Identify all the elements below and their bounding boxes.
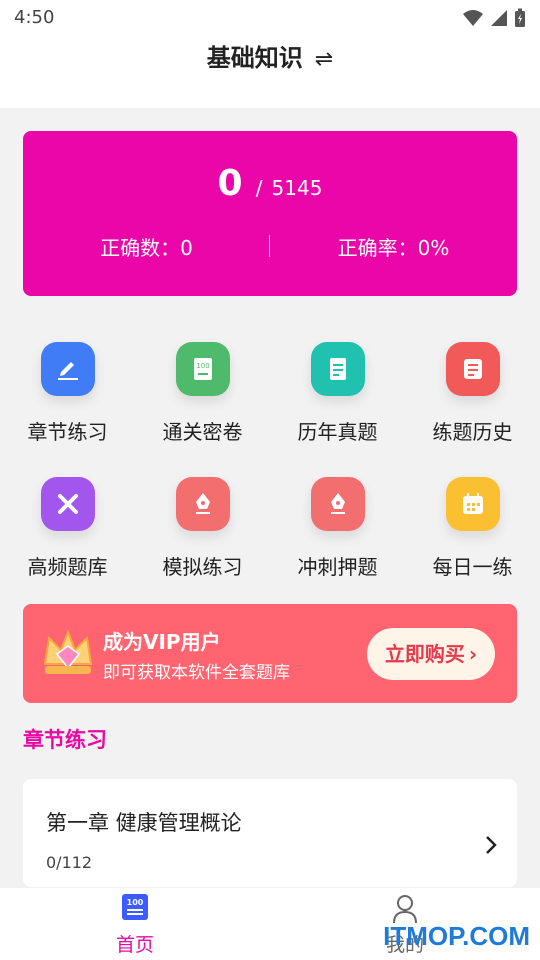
vip-title: 成为VIP用户 <box>103 630 221 654</box>
grid-item-mock-practice[interactable]: 模拟练习 <box>135 465 270 580</box>
tab-home[interactable]: 100 首页 <box>0 888 270 960</box>
svg-text:100: 100 <box>127 898 144 907</box>
chapter-progress: 0/112 <box>46 853 93 872</box>
status-bar: 4:50 <box>0 0 540 36</box>
grid-item-history[interactable]: 练题历史 <box>405 330 540 445</box>
header: 基础知识 ⇌ <box>0 36 540 108</box>
grid-item-label: 每日一练 <box>432 555 513 579</box>
grid-item-past-exams[interactable]: 历年真题 <box>270 330 405 445</box>
chevron-right-icon: › <box>468 642 478 666</box>
total-questions: 5145 <box>271 176 323 200</box>
score-separator: / <box>255 176 263 200</box>
grid-item-label: 历年真题 <box>297 420 378 444</box>
grid-item-chapter-practice[interactable]: 章节练习 <box>0 330 135 445</box>
grid-item-pass-paper[interactable]: 100 通关密卷 <box>135 330 270 445</box>
grid-item-label: 冲刺押题 <box>297 555 378 579</box>
correct-count: 正确数：0 <box>100 236 193 260</box>
bottom-tab-bar: 100 首页 我的 ITMOP.COM <box>0 888 540 960</box>
grid-item-sprint-questions[interactable]: 冲刺押题 <box>270 465 405 580</box>
grid-item-label: 章节练习 <box>27 420 108 444</box>
grid-item-label: 模拟练习 <box>162 555 243 579</box>
answered-count: 0 <box>217 163 243 204</box>
score-100-icon: 100 <box>122 894 148 920</box>
chapter-name: 第一章 健康管理概论 <box>46 811 242 835</box>
vip-subtitle: 即可获取本软件全套题库 <box>103 663 290 683</box>
signal-icon <box>491 10 507 26</box>
pen-icon <box>175 477 230 531</box>
accuracy-rate: 正确率：0% <box>337 236 450 260</box>
status-icons <box>462 8 526 28</box>
buy-now-label: 立即购买 <box>384 642 465 666</box>
grid-item-label: 高频题库 <box>27 555 108 579</box>
battery-icon <box>515 8 525 27</box>
person-icon <box>393 895 417 924</box>
status-time: 4:50 <box>14 7 55 28</box>
chapter-item[interactable]: 第一章 健康管理概论 0/112 <box>23 779 517 887</box>
grid-item-label: 通关密卷 <box>162 420 243 444</box>
chevron-right-icon <box>486 836 497 854</box>
crown-diamond-icon <box>43 629 93 674</box>
swap-icon[interactable]: ⇌ <box>315 47 333 72</box>
vip-banner[interactable]: 成为VIP用户 即可获取本软件全套题库 立即购买 › <box>23 604 517 703</box>
notebook-icon <box>445 342 500 396</box>
grid-item-high-frequency[interactable]: 高频题库 <box>0 465 135 580</box>
pencil-ruler-icon <box>40 477 95 531</box>
pencil-note-icon <box>40 342 95 396</box>
watermark: ITMOP.COM <box>383 921 530 951</box>
document-icon <box>310 342 365 396</box>
buy-now-button[interactable]: 立即购买 › <box>367 628 495 680</box>
section-title: 章节练习 <box>23 728 107 752</box>
grid-item-daily-practice[interactable]: 每日一练 <box>405 465 540 580</box>
svg-text:100: 100 <box>196 362 209 370</box>
score-summary: 0 / 5145 <box>23 163 517 204</box>
calendar-icon <box>445 477 500 531</box>
score-100-icon: 100 <box>175 342 230 396</box>
tab-home-label: 首页 <box>115 934 154 956</box>
page-title-text: 基础知识 <box>206 44 303 72</box>
score-card: 0 / 5145 正确数：0 正确率：0% <box>23 131 517 296</box>
page-title[interactable]: 基础知识 ⇌ <box>0 38 540 73</box>
wifi-icon <box>463 10 483 26</box>
grid-item-label: 练题历史 <box>432 420 513 444</box>
pen-icon <box>310 477 365 531</box>
